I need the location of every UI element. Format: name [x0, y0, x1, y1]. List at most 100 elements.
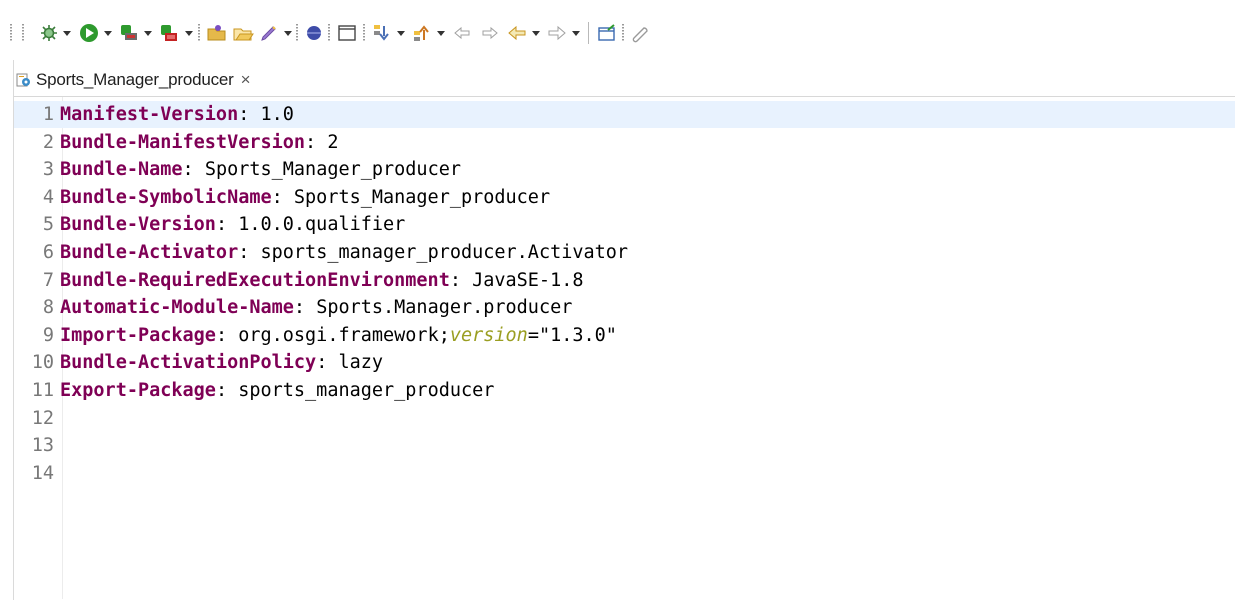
- manifest-key: Automatic-Module-Name: [60, 297, 294, 319]
- line-number: 3: [42, 159, 54, 181]
- forward-dropdown-arrow[interactable]: [572, 31, 580, 36]
- line-number: 7: [42, 269, 54, 291]
- manifest-separator: :: [293, 297, 317, 319]
- manifest-key: Bundle-Activator: [60, 242, 239, 263]
- manifest-attribute: version: [449, 324, 528, 346]
- code-line[interactable]: 4 Bundle-SymbolicName: Sports_Manager_pro…: [14, 184, 1235, 211]
- debug-dropdown-arrow[interactable]: [63, 31, 71, 36]
- code-line[interactable]: 5 Bundle-Version: 1.0.0.qualifier: [14, 211, 1235, 238]
- manifest-key: Bundle-Name: [60, 159, 183, 181]
- manifest-value: sports_manager_producer: [238, 380, 495, 401]
- line-number: 11: [31, 380, 54, 401]
- close-icon[interactable]: ×: [241, 70, 251, 90]
- run-coverage-icon[interactable]: [158, 22, 180, 44]
- manifest-separator: :: [182, 159, 205, 181]
- code-line[interactable]: 12: [14, 405, 1235, 432]
- run-external-icon[interactable]: [118, 22, 140, 44]
- previous-annotation-dropdown-arrow[interactable]: [437, 31, 445, 36]
- code-line[interactable]: 3 Bundle-Name: Sports_Manager_producer: [14, 156, 1235, 183]
- code-line[interactable]: 11 Export-Package: sports_manager_produce…: [14, 377, 1235, 404]
- back-icon[interactable]: [506, 22, 528, 44]
- toolbar-grip[interactable]: [363, 24, 365, 42]
- toolbar-grip[interactable]: [296, 24, 298, 42]
- forward-edit-icon[interactable]: [478, 22, 500, 44]
- forward-icon[interactable]: [546, 22, 568, 44]
- window-icon[interactable]: [336, 22, 358, 44]
- pen-dropdown-arrow[interactable]: [284, 31, 292, 36]
- code-line[interactable]: 6 Bundle-Activator: sports_manager_produc…: [14, 239, 1235, 266]
- line-number: 10: [31, 352, 54, 374]
- toolbar-grip[interactable]: [10, 24, 12, 42]
- manifest-file-icon: [15, 71, 33, 89]
- toolbar-grip[interactable]: [198, 24, 200, 42]
- run-dropdown-arrow[interactable]: [104, 31, 112, 36]
- breakpoint-icon[interactable]: [303, 22, 325, 44]
- manifest-value: lazy: [338, 352, 384, 374]
- code-line[interactable]: 13: [14, 432, 1235, 459]
- main-toolbar: [0, 0, 1235, 58]
- manifest-separator: :: [305, 131, 328, 153]
- next-annotation-icon[interactable]: [371, 22, 393, 44]
- line-number: 6: [42, 242, 54, 263]
- manifest-separator: :: [215, 214, 239, 236]
- run-coverage-dropdown-arrow[interactable]: [185, 31, 193, 36]
- run-icon[interactable]: [78, 22, 100, 44]
- manifest-separator: :: [316, 352, 339, 374]
- manifest-key: Import-Package: [60, 324, 216, 346]
- manifest-key: Bundle-SymbolicName: [60, 186, 272, 208]
- manifest-attribute-value: ="1.3.0": [527, 324, 617, 346]
- code-line[interactable]: 7 Bundle-RequiredExecutionEnvironment: Ja…: [14, 267, 1235, 294]
- code-line[interactable]: 1 Manifest-Version: 1.0: [14, 101, 1235, 128]
- manifest-editor[interactable]: 1 Manifest-Version: 1.0 2 Bundle-ManifestVe…: [14, 97, 1235, 599]
- manifest-value: Sports.Manager.producer: [316, 297, 573, 319]
- manifest-value: 2: [327, 131, 339, 153]
- line-number: 13: [31, 435, 54, 457]
- toolbar-grip[interactable]: [22, 24, 24, 42]
- manifest-separator: :: [271, 186, 294, 208]
- code-line[interactable]: 2 Bundle-ManifestVersion: 2: [14, 129, 1235, 156]
- open-console-icon[interactable]: [596, 22, 618, 44]
- manifest-key: Bundle-ManifestVersion: [60, 131, 306, 153]
- pen-icon[interactable]: [258, 22, 280, 44]
- manifest-value: 1.0: [260, 104, 294, 125]
- toolbar-grip[interactable]: [622, 24, 624, 42]
- line-number: 12: [31, 407, 54, 429]
- code-line[interactable]: 14: [14, 460, 1235, 487]
- code-line[interactable]: 8 Automatic-Module-Name: Sports.Manager.p…: [14, 294, 1235, 321]
- editor-tab-manifest[interactable]: Sports_Manager_producer ×: [15, 67, 251, 93]
- run-external-dropdown-arrow[interactable]: [144, 31, 152, 36]
- line-number: 1: [42, 104, 54, 125]
- manifest-key: Export-Package: [60, 380, 216, 401]
- toolbar-grip[interactable]: [328, 24, 330, 42]
- line-number: 8: [42, 297, 54, 319]
- line-number: 9: [42, 324, 54, 346]
- manifest-separator: :: [238, 104, 261, 125]
- manifest-key: Bundle-Version: [60, 214, 216, 236]
- line-number: 4: [42, 186, 54, 208]
- manifest-key: Bundle-RequiredExecutionEnvironment: [60, 269, 450, 291]
- open-folder-outline-icon[interactable]: [232, 22, 254, 44]
- previous-annotation-icon[interactable]: [411, 22, 433, 44]
- back-edit-icon[interactable]: [452, 22, 474, 44]
- manifest-value: org.osgi.framework;: [238, 324, 450, 346]
- manifest-key: Manifest-Version: [60, 104, 239, 125]
- manifest-separator: :: [215, 380, 239, 401]
- line-number: 5: [42, 214, 54, 236]
- debug-icon[interactable]: [38, 22, 60, 44]
- manifest-separator: :: [215, 324, 239, 346]
- link-icon[interactable]: [628, 22, 650, 44]
- toolbar-separator: [588, 22, 589, 44]
- back-dropdown-arrow[interactable]: [532, 31, 540, 36]
- manifest-value: 1.0.0.qualifier: [238, 214, 406, 236]
- manifest-separator: :: [238, 242, 261, 263]
- code-line[interactable]: 10 Bundle-ActivationPolicy: lazy: [14, 349, 1235, 376]
- line-number: 2: [42, 131, 54, 153]
- manifest-value: Sports_Manager_producer: [293, 186, 551, 208]
- code-line[interactable]: 9 Import-Package: org.osgi.framework;vers…: [14, 322, 1235, 349]
- editor-tab-title: Sports_Manager_producer: [36, 70, 234, 89]
- line-number: 14: [31, 462, 54, 484]
- open-folder-icon[interactable]: [206, 22, 228, 44]
- next-annotation-dropdown-arrow[interactable]: [397, 31, 405, 36]
- manifest-value: JavaSE-1.8: [472, 269, 584, 291]
- manifest-value: sports_manager_producer.Activator: [260, 242, 629, 263]
